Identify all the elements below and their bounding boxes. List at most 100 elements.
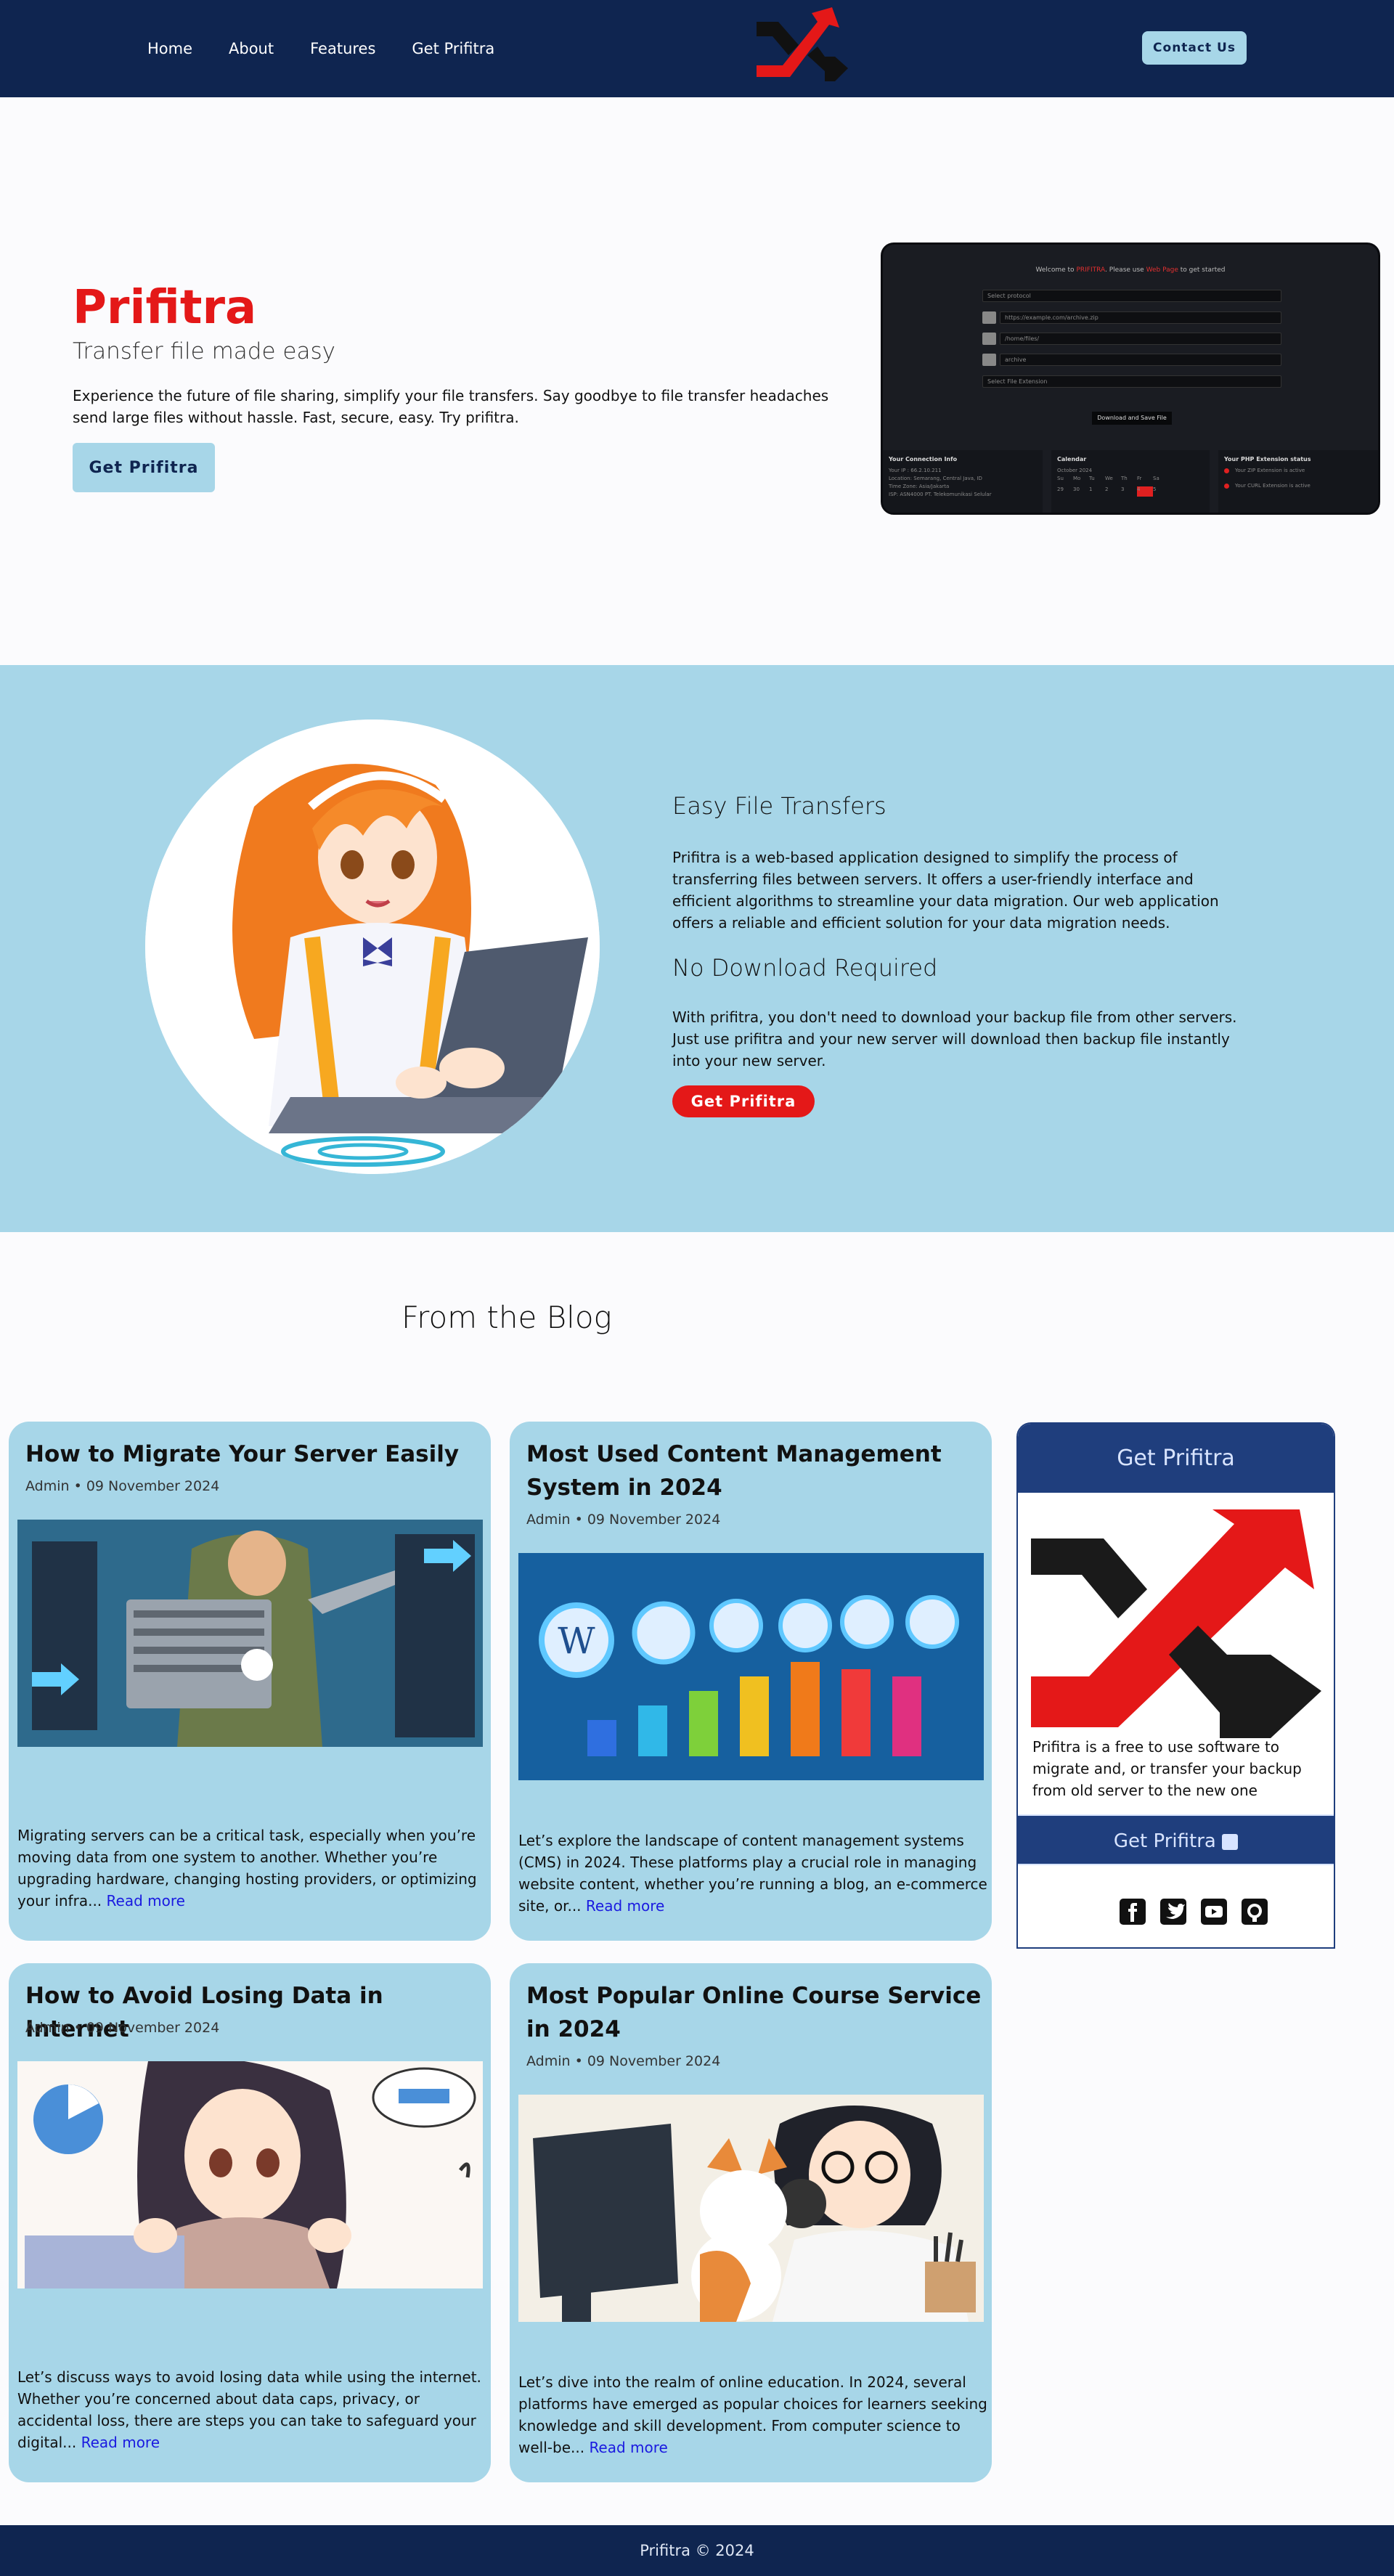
blog-card-title[interactable]: Most Popular Online Course Service in 20… — [526, 1979, 984, 2046]
blog-card-meta: Admin • 09 November 2024 — [526, 1512, 721, 1528]
calendar-date: 29 — [1057, 486, 1064, 492]
app-screenshot: Welcome to PRIFITRA. Please use Web Page… — [881, 242, 1380, 515]
nav-link-features[interactable]: Features — [310, 40, 375, 57]
welcome-brand: PRIFITRA — [1076, 266, 1105, 274]
url-icon — [982, 311, 996, 324]
read-more-link[interactable]: Read more — [586, 1897, 664, 1915]
welcome-pre: Welcome to — [1035, 266, 1075, 274]
hero-section: Prifitra Transfer file made easy Experie… — [0, 97, 1394, 665]
blog-card-title[interactable]: Most Used Content Management System in 2… — [526, 1438, 984, 1504]
calendar-title: Calendar — [1057, 456, 1087, 462]
blog-section: From the Blog How to Migrate Your Server… — [0, 1232, 1394, 2525]
footer-copyright: Prifitra © 2024 — [640, 2542, 754, 2559]
facebook-glyph — [1128, 1903, 1137, 1922]
features-section: Easy File Transfers Prifitra is a web-ba… — [0, 665, 1394, 1232]
php-line: Your ZIP Extension is active — [1235, 468, 1305, 473]
calendar-date: 2 — [1105, 486, 1109, 492]
blog-card-image-online-course[interactable] — [518, 2095, 984, 2322]
blog-card-image-server-migration[interactable] — [17, 1520, 483, 1747]
blog-card[interactable]: Most Popular Online Course Service in 20… — [510, 1963, 992, 2482]
server-migration-illustration — [17, 1520, 483, 1747]
blog-card-excerpt: Let’s discuss ways to avoid losing data … — [17, 2366, 489, 2453]
cms-illustration: W — [518, 1553, 984, 1780]
blog-card-image-data-loss[interactable] — [17, 2061, 483, 2288]
screenshot-ext-select: Select File Extension — [982, 375, 1281, 388]
external-link-icon — [1222, 1833, 1239, 1862]
calendar-days: Su Mo Tu We Th Fr Sa — [1057, 475, 1204, 486]
screenshot-connection-panel: Your Connection Info Your IP : 66.2.10.2… — [883, 450, 1043, 513]
calendar-day: Su — [1057, 476, 1064, 481]
calendar-date: 1 — [1089, 486, 1093, 492]
facebook-icon[interactable] — [1120, 1899, 1146, 1925]
read-more-link[interactable]: Read more — [589, 2439, 667, 2456]
welcome-post: to get started — [1180, 266, 1226, 274]
nav-link-about[interactable]: About — [229, 40, 274, 57]
blog-card-title[interactable]: How to Migrate Your Server Easily — [25, 1438, 483, 1471]
github-icon[interactable] — [1242, 1899, 1268, 1925]
blog-card[interactable]: How to Migrate Your Server Easily Admin … — [9, 1422, 491, 1941]
screenshot-welcome: Welcome to PRIFITRA. Please use Web Page… — [883, 266, 1378, 274]
calendar-dates: 29 30 1 2 3 4 5 — [1057, 486, 1204, 497]
social-links — [1120, 1899, 1268, 1925]
welcome-mid: . Please use — [1105, 266, 1144, 274]
read-more-link[interactable]: Read more — [81, 2434, 160, 2451]
connection-line: ISP: ASN4000 PT. Telekomunikasi Selular — [889, 492, 992, 497]
nav-link-get-prifitra[interactable]: Get Prifitra — [412, 40, 494, 57]
connection-title: Your Connection Info — [889, 456, 958, 462]
hero-description: Experience the future of file sharing, s… — [73, 387, 829, 426]
screenshot-download-button: Download and Save File — [1092, 412, 1172, 425]
blog-card-meta: Admin • 09 November 2024 — [25, 2020, 220, 2036]
prifitra-logo[interactable] — [754, 4, 849, 87]
twitter-icon[interactable] — [1160, 1899, 1186, 1925]
get-prifitra-sidebar: Get Prifitra Prifitra is a free to use s… — [1016, 1422, 1335, 1949]
sidebar-button-label: Get Prifitra — [1113, 1830, 1216, 1852]
path-icon — [982, 333, 996, 345]
youtube-glyph — [1205, 1906, 1223, 1917]
blog-card-meta: Admin • 09 November 2024 — [25, 1478, 220, 1494]
calendar-date: 5 — [1153, 486, 1157, 492]
calendar-month: October 2024 — [1057, 468, 1093, 473]
calendar-day: Tu — [1089, 476, 1095, 481]
calendar-date: 30 — [1073, 486, 1080, 492]
nav-link-home[interactable]: Home — [147, 40, 192, 57]
contact-us-button[interactable]: Contact Us — [1142, 31, 1247, 65]
sidebar-get-prifitra-button[interactable]: Get Prifitra — [1018, 1814, 1334, 1865]
blog-card-meta: Admin • 09 November 2024 — [526, 2053, 721, 2069]
php-title: Your PHP Extension status — [1224, 456, 1311, 462]
hero-subtitle: Transfer file made easy — [73, 338, 335, 364]
blog-card-excerpt: Let’s dive into the realm of online educ… — [518, 2371, 990, 2458]
sidebar-title: Get Prifitra — [1018, 1424, 1334, 1493]
feature-heading-no-download: No Download Required — [672, 954, 938, 982]
hero-get-prifitra-button[interactable]: Get Prifitra — [73, 443, 215, 492]
blog-card[interactable]: Most Used Content Management System in 2… — [510, 1422, 992, 1941]
online-course-illustration — [518, 2095, 984, 2322]
file-icon — [982, 354, 996, 366]
feature-heading-easy-transfers: Easy File Transfers — [672, 792, 886, 820]
read-more-link[interactable]: Read more — [107, 1892, 185, 1909]
blog-card-excerpt: Let’s explore the landscape of content m… — [518, 1830, 990, 1917]
status-dot-icon — [1224, 483, 1229, 489]
hero-title: Prifitra — [73, 281, 257, 335]
svg-text:W: W — [558, 1620, 595, 1662]
blog-card[interactable]: How to Avoid Losing Data in Internet Adm… — [9, 1963, 491, 2482]
screenshot-calendar-panel: Calendar October 2024 Su Mo Tu We Th Fr Sa 29 3… — [1051, 450, 1210, 513]
features-get-prifitra-button[interactable]: Get Prifitra — [672, 1085, 815, 1117]
status-dot-icon — [1224, 468, 1229, 473]
feature-text-no-download: With prifitra, you don't need to downloa… — [672, 1008, 1237, 1069]
blog-card-image-cms[interactable]: W — [518, 1553, 984, 1780]
footer: Prifitra © 2024 — [0, 2525, 1394, 2576]
calendar-day: Sa — [1153, 476, 1159, 481]
screenshot-php-panel: Your PHP Extension status Your ZIP Exten… — [1218, 450, 1378, 513]
screenshot-protocol-select: Select protocol — [982, 290, 1281, 302]
welcome-link: Web Page — [1146, 266, 1178, 274]
calendar-day: Fr — [1137, 476, 1142, 481]
blog-card-title[interactable]: How to Avoid Losing Data in Internet — [25, 1979, 483, 2046]
youtube-icon[interactable] — [1201, 1899, 1227, 1925]
feature-text-easy-transfers: Prifitra is a web-based application desi… — [672, 849, 1219, 932]
calendar-day: We — [1105, 476, 1113, 481]
excerpt-text: Migrating servers can be a critical task… — [17, 1827, 477, 1909]
github-glyph — [1247, 1904, 1262, 1922]
illustration-girl-laptop — [145, 720, 600, 1174]
connection-line: Time Zone: Asia/Jakarta — [889, 484, 950, 489]
calendar-day: Th — [1121, 476, 1128, 481]
